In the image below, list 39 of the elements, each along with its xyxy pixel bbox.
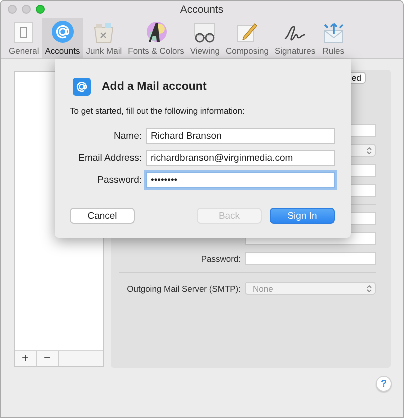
- input-field[interactable]: [245, 252, 376, 265]
- toolbar-tab[interactable]: Rules: [318, 18, 349, 58]
- toolbar-tab[interactable]: Junk Mail: [83, 18, 126, 58]
- chevron-icon: [367, 146, 372, 154]
- window-title: Accounts: [180, 4, 224, 16]
- field-label: Email Address:: [78, 152, 142, 164]
- at-sign-icon: [50, 20, 75, 44]
- segment-tab[interactable]: ed: [350, 72, 366, 84]
- sign-in-button[interactable]: Sign In: [270, 208, 335, 224]
- font-letter-icon: [144, 20, 168, 44]
- dropdown[interactable]: None: [245, 282, 376, 295]
- input-field[interactable]: richardbranson@virginmedia.com: [146, 150, 335, 166]
- field-label: Outgoing Mail Server (SMTP):: [126, 284, 241, 294]
- toolbar-tab[interactable]: Composing: [222, 18, 272, 58]
- zoom-button[interactable]: [36, 5, 45, 14]
- pencil-paper-icon: [235, 22, 260, 44]
- toolbar-tab[interactable]: Signatures: [272, 18, 319, 58]
- envelope-arrows-icon: [322, 22, 346, 44]
- input-field[interactable]: Richard Branson: [146, 128, 335, 144]
- glasses-icon: [192, 22, 218, 44]
- cancel-button[interactable]: Cancel: [70, 208, 135, 224]
- help-button[interactable]: ?: [376, 376, 392, 392]
- minimize-button[interactable]: [22, 5, 31, 14]
- trash-can-icon: [92, 22, 116, 44]
- dropdown-value: None: [253, 284, 274, 294]
- input-field[interactable]: ••••••••: [146, 172, 335, 188]
- at-sign-icon: [73, 78, 91, 96]
- field-label: Password:: [200, 254, 241, 264]
- switch-icon: [13, 22, 36, 44]
- instruction-text: To get started, fill out the following information:: [70, 106, 246, 116]
- field-label: Name:: [113, 130, 142, 142]
- toolbar-tab[interactable]: General: [6, 18, 42, 58]
- toolbar-tab[interactable]: Fonts & Colors: [125, 18, 188, 58]
- chevron-icon: [367, 284, 372, 292]
- dialog-title: Add a Mail account: [102, 81, 207, 93]
- toolbar-tab[interactable]: Accounts: [42, 18, 84, 58]
- field-label: Password:: [96, 174, 142, 186]
- close-button[interactable]: [8, 5, 17, 14]
- toolbar-tab[interactable]: Viewing: [187, 18, 223, 58]
